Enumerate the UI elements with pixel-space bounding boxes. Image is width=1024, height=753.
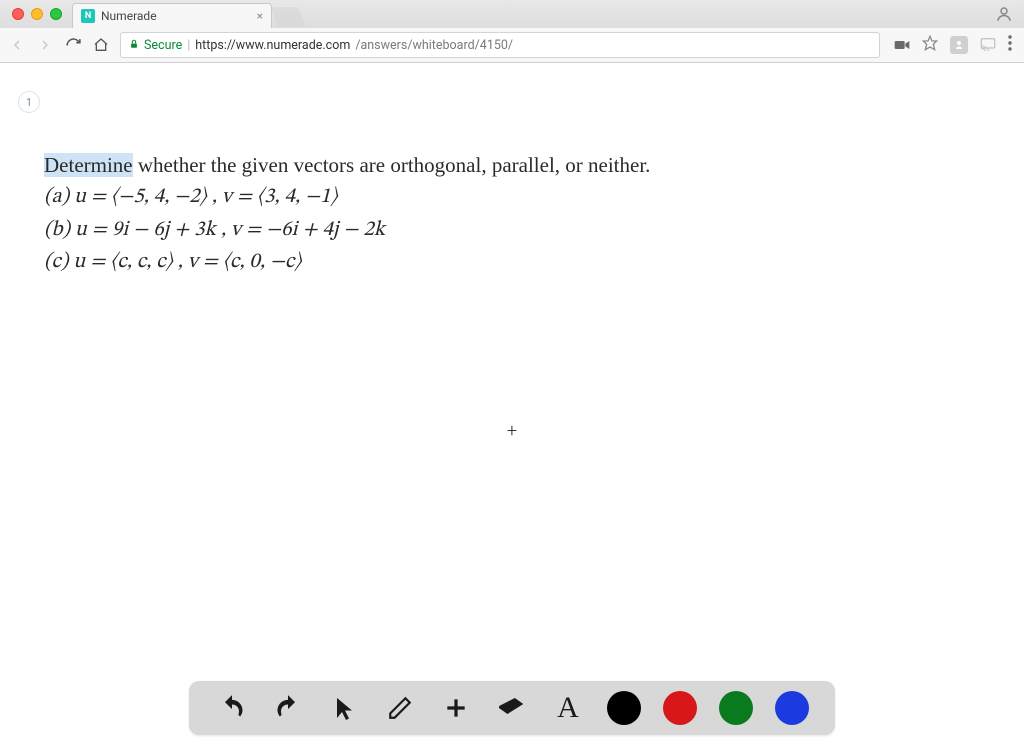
maximize-window-button[interactable] bbox=[50, 8, 62, 20]
star-icon[interactable] bbox=[922, 35, 938, 55]
problem-line-a: (a) u = ⟨−5, 4, −2⟩ , v = ⟨3, 4, −1⟩ bbox=[44, 183, 964, 211]
color-green[interactable] bbox=[719, 691, 753, 725]
highlighted-word: Determine bbox=[44, 153, 133, 177]
extension-icon[interactable] bbox=[950, 36, 968, 54]
camera-icon[interactable] bbox=[894, 36, 910, 55]
page-number-badge[interactable]: 1 bbox=[18, 91, 40, 113]
close-tab-icon[interactable]: × bbox=[257, 9, 263, 23]
reload-button[interactable] bbox=[64, 36, 82, 54]
url-path: /answers/whiteboard/4150/ bbox=[355, 38, 513, 53]
browser-tab[interactable]: N Numerade × bbox=[72, 3, 272, 28]
url-host: https://www.numerade.com bbox=[195, 38, 350, 53]
address-bar-row: Secure | https://www.numerade.com/answer… bbox=[0, 28, 1024, 62]
page-content: 1 Determine whether the given vectors ar… bbox=[0, 63, 1024, 753]
color-black[interactable] bbox=[607, 691, 641, 725]
back-button[interactable] bbox=[8, 36, 26, 54]
cursor-crosshair-icon: + bbox=[507, 421, 517, 442]
window-controls bbox=[8, 8, 72, 20]
url-separator: | bbox=[187, 38, 190, 53]
close-window-button[interactable] bbox=[12, 8, 24, 20]
omnibox-right-icons bbox=[890, 35, 1016, 55]
new-tab-button[interactable] bbox=[270, 7, 305, 27]
add-tool[interactable] bbox=[439, 691, 473, 725]
home-button[interactable] bbox=[92, 36, 110, 54]
lock-icon bbox=[129, 38, 139, 53]
problem-line-c: (c) u = ⟨c, c, c⟩ , v = ⟨c, 0, −c⟩ bbox=[44, 248, 964, 276]
address-bar[interactable]: Secure | https://www.numerade.com/answer… bbox=[120, 32, 880, 58]
color-red[interactable] bbox=[663, 691, 697, 725]
text-tool[interactable]: A bbox=[551, 691, 585, 725]
problem-text: Determine whether the given vectors are … bbox=[44, 151, 964, 280]
favicon-icon: N bbox=[81, 9, 95, 23]
color-blue[interactable] bbox=[775, 691, 809, 725]
minimize-window-button[interactable] bbox=[31, 8, 43, 20]
pencil-tool[interactable] bbox=[383, 691, 417, 725]
menu-icon[interactable] bbox=[1008, 35, 1012, 55]
problem-intro: Determine whether the given vectors are … bbox=[44, 151, 964, 179]
redo-button[interactable] bbox=[271, 691, 305, 725]
profile-icon[interactable] bbox=[994, 4, 1014, 24]
secure-label: Secure bbox=[144, 38, 182, 53]
browser-chrome: N Numerade × Secure | https://www.numera… bbox=[0, 0, 1024, 63]
intro-rest: whether the given vectors are orthogonal… bbox=[133, 153, 651, 177]
eraser-tool[interactable] bbox=[495, 691, 529, 725]
select-tool[interactable] bbox=[327, 691, 361, 725]
text-tool-label: A bbox=[557, 691, 579, 725]
cast-icon[interactable] bbox=[980, 36, 996, 55]
tab-title: Numerade bbox=[101, 9, 251, 23]
undo-button[interactable] bbox=[215, 691, 249, 725]
problem-line-b: (b) u = 9i − 6j + 3k , v = −6i + 4j − 2k bbox=[44, 216, 964, 244]
forward-button[interactable] bbox=[36, 36, 54, 54]
whiteboard-toolbar: A bbox=[189, 681, 835, 735]
tab-bar: N Numerade × bbox=[0, 0, 1024, 28]
